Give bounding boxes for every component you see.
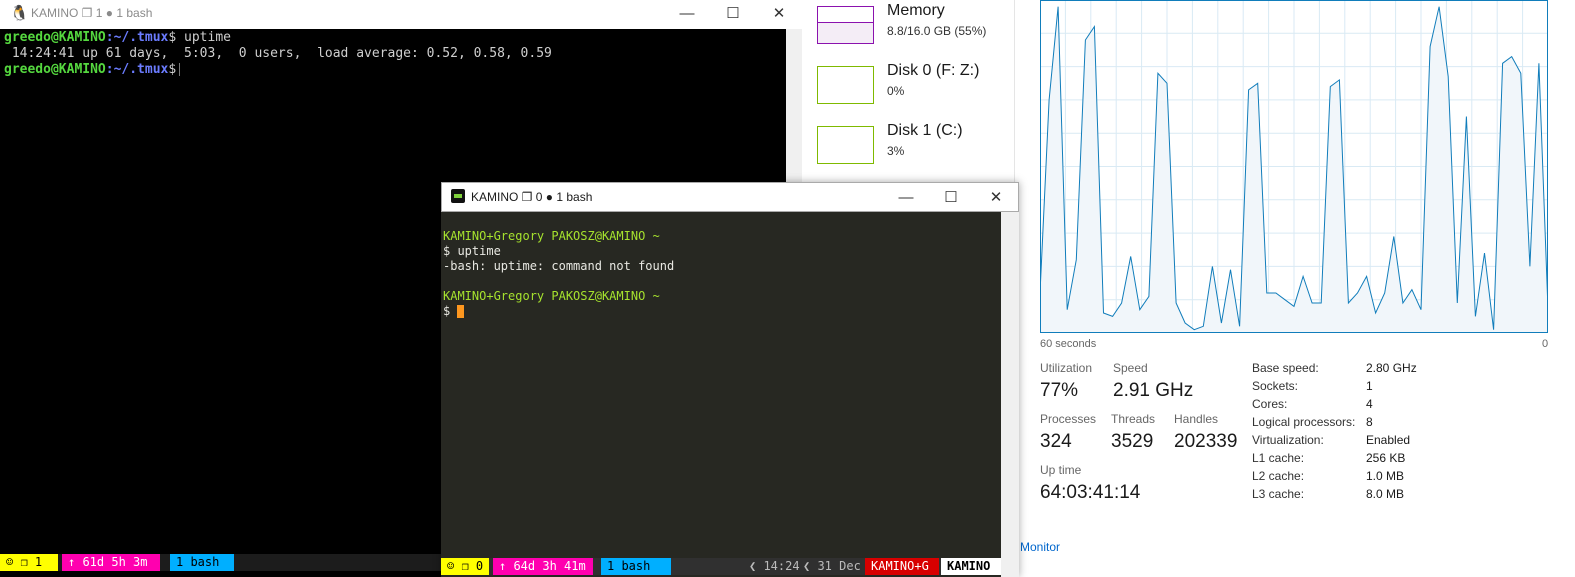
handles-value: 202339: [1174, 431, 1238, 452]
spec-value-base-speed: 2.80 GHz: [1366, 361, 1417, 375]
graph-time-span-label: 60 seconds: [1040, 338, 1097, 350]
prompt-line: KAMINO+Gregory PAKOSZ@KAMINO ~: [443, 289, 660, 303]
spec-value-sockets: 1: [1366, 379, 1373, 393]
utilization-value: 77%: [1040, 380, 1079, 401]
scrollbar[interactable]: [1001, 212, 1019, 577]
handles-label: Handles: [1174, 412, 1219, 426]
processes-value: 324: [1040, 431, 1072, 452]
terminal-screen[interactable]: KAMINO+Gregory PAKOSZ@KAMINO ~ $ uptime …: [441, 212, 1001, 558]
spec-label-l1-cache: L1 cache:: [1252, 451, 1305, 465]
spec-label-sockets: Sockets:: [1252, 379, 1299, 393]
spec-value-l3-cache: 8.0 MB: [1366, 487, 1405, 501]
spec-label-virtualization: Virtualization:: [1252, 433, 1324, 447]
terminal-line: -bash: uptime: command not found: [443, 259, 675, 273]
sidebar-item-disk-0[interactable]: Disk 0 (F: Z:) 0%: [817, 62, 1017, 112]
uptime-value: 64:03:41:14: [1040, 482, 1141, 503]
tmux-date: ❮ 31 Dec: [803, 559, 861, 573]
tmux-window-tab[interactable]: 1 bash: [170, 554, 234, 571]
sidebar-item-value: 0%: [887, 84, 905, 98]
close-button[interactable]: ✕: [756, 0, 802, 29]
disk-1-thumbnail: [817, 126, 874, 164]
processes-label: Processes: [1040, 412, 1097, 426]
text-cursor: [179, 63, 181, 76]
spec-label-logical-processors: Logical processors:: [1252, 415, 1356, 429]
text-cursor: [457, 305, 465, 318]
title-bar[interactable]: KAMINO ❐ 0 ● 1 bash — ☐ ✕: [441, 182, 1019, 212]
sidebar-item-label: Disk 1 (C:): [887, 122, 963, 139]
spec-label-l3-cache: L3 cache:: [1252, 487, 1305, 501]
threads-value: 3529: [1111, 431, 1154, 452]
tmux-session-segment[interactable]: ☺ ❐ 0: [441, 558, 489, 575]
minimize-button[interactable]: —: [664, 0, 710, 29]
tmux-time: ❮ 14:24: [749, 559, 800, 573]
face-icon: ☺: [6, 555, 14, 569]
terminal-line: 14:24:41 up 61 days, 5:03, 0 users, load…: [4, 46, 552, 61]
memory-thumbnail: [817, 6, 874, 44]
terminal-line: greedo@KAMINO:~/.tmux$: [4, 62, 181, 78]
speed-label: Speed: [1113, 361, 1148, 375]
uptime-label: Up time: [1040, 463, 1082, 477]
cpu-utilization-graph: [1040, 0, 1548, 333]
face-icon: ☺: [447, 559, 455, 573]
threads-label: Threads: [1111, 412, 1156, 426]
spec-value-l2-cache: 1.0 MB: [1366, 469, 1405, 483]
window-title: KAMINO ❐ 0 ● 1 bash: [471, 190, 593, 204]
tmux-host-segment: KAMINO: [941, 558, 1001, 575]
maximize-button[interactable]: ☐: [710, 0, 756, 29]
prompt-line: KAMINO+Gregory PAKOSZ@KAMINO ~: [443, 229, 660, 243]
utilization-label: Utilization: [1040, 361, 1093, 375]
tmux-uptime-segment: ↑ 64d 3h 41m: [493, 558, 593, 575]
graph-end-label: 0: [1542, 338, 1549, 350]
speed-value: 2.91 GHz: [1113, 380, 1194, 401]
tmux-user-host-segment: KAMINO+G: [865, 558, 939, 575]
maximize-button[interactable]: ☐: [928, 184, 974, 213]
sidebar-item-value: 3%: [887, 144, 905, 158]
tmux-status-bar: ☺ ❐ 0 ↑ 64d 3h 41m 1 bash ❮ 14:24 ❮ 31 D…: [441, 558, 1001, 575]
spec-label-base-speed: Base speed:: [1252, 361, 1319, 375]
terminal-line: $: [443, 304, 465, 319]
terminal-line: $ uptime: [443, 244, 501, 258]
spec-label-cores: Cores:: [1252, 397, 1288, 411]
minimize-button[interactable]: —: [883, 184, 929, 213]
spec-value-logical-processors: 8: [1366, 415, 1373, 429]
linux-penguin-icon: 🐧: [10, 5, 29, 22]
sidebar-item-memory[interactable]: Memory 8.8/16.0 GB (55%): [817, 2, 1017, 52]
close-button[interactable]: ✕: [973, 184, 1019, 213]
sidebar-item-disk-1[interactable]: Disk 1 (C:) 3%: [817, 122, 1017, 172]
sidebar-item-value: 8.8/16.0 GB (55%): [887, 24, 987, 38]
terminal-app-icon: [451, 189, 465, 203]
spec-value-l1-cache: 256 KB: [1366, 451, 1406, 465]
tmux-window-tab[interactable]: 1 bash: [601, 558, 671, 575]
terminal-line: greedo@KAMINO:~/.tmux$ uptime: [4, 30, 231, 45]
spec-value-cores: 4: [1366, 397, 1373, 411]
tmux-uptime-segment: ↑ 61d 5h 3m: [62, 554, 160, 571]
spec-label-l2-cache: L2 cache:: [1252, 469, 1305, 483]
spec-value-virtualization: Enabled: [1366, 433, 1411, 447]
tmux-session-segment[interactable]: ☺ ❐ 1: [0, 554, 58, 571]
terminal-window-2[interactable]: KAMINO ❐ 0 ● 1 bash — ☐ ✕ KAMINO+Gregory…: [441, 182, 1019, 577]
sidebar-item-label: Disk 0 (F: Z:): [887, 62, 980, 79]
title-bar[interactable]: 🐧 KAMINO ❐ 1 ● 1 bash — ☐ ✕: [0, 0, 802, 29]
sidebar-item-label: Memory: [887, 2, 945, 19]
disk-0-thumbnail: [817, 66, 874, 104]
window-title: KAMINO ❐ 1 ● 1 bash: [31, 6, 153, 20]
